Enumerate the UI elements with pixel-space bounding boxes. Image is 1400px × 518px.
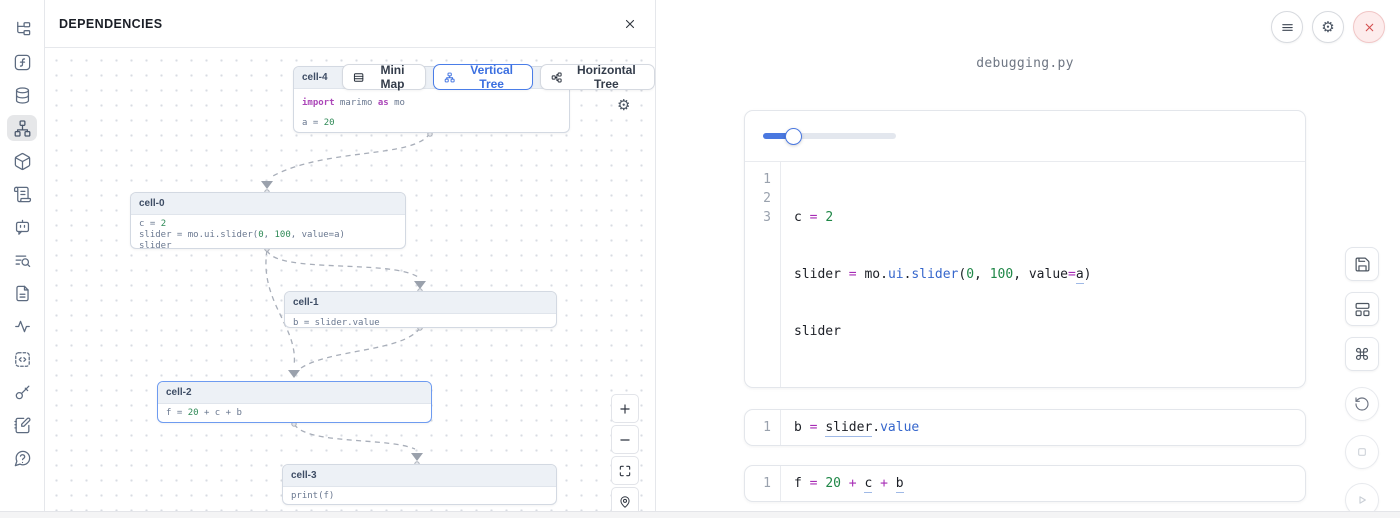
graph-code-line: a = 20 — [302, 113, 561, 133]
settings-button[interactable]: ⚙ — [1312, 11, 1344, 43]
dependency-graph-icon[interactable] — [7, 115, 37, 141]
dependencies-header: DEPENDENCIES — [45, 0, 655, 48]
code-editor[interactable]: 1 b = slider.value — [745, 410, 1305, 445]
notebook-top-actions: ⚙ — [1271, 11, 1385, 43]
layout-icon — [1354, 301, 1371, 318]
graph-code-line: print(f) — [291, 491, 548, 502]
dependencies-title: DEPENDENCIES — [59, 17, 162, 31]
graph-zoom-controls — [611, 394, 639, 516]
assistant-chat-icon[interactable] — [7, 214, 37, 240]
dependencies-panel: DEPENDENCIES — [45, 0, 656, 518]
mini-map-button[interactable]: Mini Map — [342, 64, 426, 90]
notebook-cells: 1 2 3 c = 2 slider = mo.ui.slider(0, 100… — [744, 110, 1306, 518]
function-square-icon[interactable] — [7, 49, 37, 75]
fit-view-button[interactable] — [611, 456, 639, 485]
status-bar — [0, 511, 1400, 518]
play-icon — [1354, 492, 1370, 508]
keyboard-shortcuts-button[interactable]: ⌘ — [1345, 337, 1379, 371]
vertical-tree-button[interactable]: Vertical Tree — [433, 64, 534, 90]
undo-button[interactable] — [1345, 387, 1379, 421]
scratchpad-icon[interactable] — [7, 412, 37, 438]
graph-node-title: cell-1 — [285, 292, 556, 314]
cell-slider[interactable]: 1 2 3 c = 2 slider = mo.ui.slider(0, 100… — [744, 110, 1306, 388]
snippets-icon[interactable] — [7, 280, 37, 306]
shutdown-button[interactable] — [1353, 11, 1385, 43]
line-numbers: 1 2 3 — [745, 162, 781, 387]
horizontal-tree-button[interactable]: Horizontal Tree — [540, 64, 655, 90]
file-tree-icon[interactable] — [7, 16, 37, 42]
graph-node-cell-3[interactable]: cell-3 print(f) — [282, 464, 557, 505]
activity-bar — [0, 0, 45, 518]
database-icon[interactable] — [7, 82, 37, 108]
zoom-in-button[interactable] — [611, 394, 639, 423]
close-icon — [1363, 21, 1376, 34]
code-line: c = 2 — [794, 208, 1091, 227]
close-icon[interactable] — [623, 17, 637, 31]
help-icon[interactable] — [7, 445, 37, 471]
graph-node-cell-0[interactable]: cell-0 c = 2slider = mo.ui.slider(0, 100… — [130, 192, 406, 249]
code-line: slider = mo.ui.slider(0, 100, value=a) — [794, 265, 1091, 284]
cell-f[interactable]: 1 f = 20 + c + b — [744, 465, 1306, 502]
layout-button[interactable] — [1345, 292, 1379, 326]
graph-code-line: c = 2 — [139, 219, 397, 230]
code-line: slider — [794, 322, 1091, 341]
secrets-icon[interactable] — [7, 379, 37, 405]
graph-node-cell-2[interactable]: cell-2 f = 20 + c + b — [157, 381, 432, 423]
cell-b[interactable]: 1 b = slider.value — [744, 409, 1306, 446]
graph-code-line: b = slider.value — [293, 318, 548, 329]
script-icon[interactable] — [7, 181, 37, 207]
graph-node-title: cell-0 — [131, 193, 405, 215]
save-icon — [1354, 256, 1371, 273]
zoom-out-button[interactable] — [611, 425, 639, 454]
code-line: b = slider.value — [794, 418, 919, 437]
code-line: f = 20 + c + b — [794, 474, 904, 493]
graph-view-toolbar: Mini Map Vertical Tree Horizontal Tree — [342, 64, 655, 90]
notebook-side-actions: ⌘ — [1345, 247, 1379, 518]
horizontal-tree-label: Horizontal Tree — [569, 63, 644, 91]
graph-code-line: f = 20 + c + b — [166, 408, 423, 419]
graph-node-title: cell-3 — [283, 465, 556, 487]
gear-icon: ⚙ — [1321, 20, 1334, 35]
code-block-icon[interactable] — [7, 346, 37, 372]
slider-output — [745, 111, 1305, 162]
undo-icon — [1354, 396, 1370, 412]
stop-icon — [1354, 444, 1370, 460]
graph-node-title: cell-2 — [158, 382, 431, 404]
code-editor[interactable]: 1 2 3 c = 2 slider = mo.ui.slider(0, 100… — [745, 162, 1305, 387]
graph-code-line: slider — [139, 241, 397, 252]
graph-canvas[interactable]: cell-4 import marimo as moa = 20 cell-0 … — [45, 47, 655, 518]
graph-code-line: slider = mo.ui.slider(0, 100, value=a) — [139, 230, 397, 241]
menu-button[interactable] — [1271, 11, 1303, 43]
save-button[interactable] — [1345, 247, 1379, 281]
slider-thumb[interactable] — [785, 128, 802, 145]
package-icon[interactable] — [7, 148, 37, 174]
stop-button[interactable] — [1345, 435, 1379, 469]
notebook-panel: ⚙ debugging.py 1 2 3 — [656, 0, 1400, 518]
marimo-app: DEPENDENCIES — [0, 0, 1400, 518]
doc-search-icon[interactable] — [7, 247, 37, 273]
tracing-icon[interactable] — [7, 313, 37, 339]
mini-map-label: Mini Map — [370, 63, 414, 91]
notebook-filename: debugging.py — [744, 56, 1306, 71]
code-editor[interactable]: 1 f = 20 + c + b — [745, 466, 1305, 501]
line-numbers: 1 — [745, 410, 781, 445]
graph-settings-gear-icon[interactable]: ⚙ — [617, 98, 630, 113]
command-icon: ⌘ — [1354, 345, 1370, 364]
graph-node-cell-1[interactable]: cell-1 b = slider.value — [284, 291, 557, 328]
line-numbers: 1 — [745, 466, 781, 501]
graph-code-line: import marimo as mo — [302, 93, 561, 113]
slider-widget[interactable] — [763, 133, 896, 139]
vertical-tree-label: Vertical Tree — [461, 63, 522, 91]
